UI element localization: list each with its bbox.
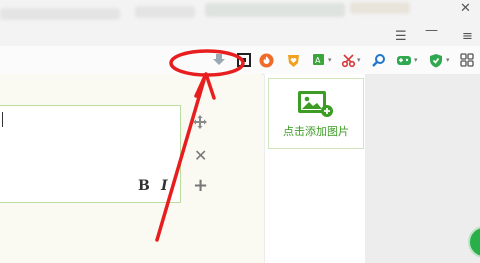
menu-button[interactable]: ☰ <box>395 30 407 44</box>
screenshot-frame-icon <box>237 53 251 67</box>
translate-button[interactable]: A <box>311 52 327 68</box>
blurred-tab <box>135 6 195 18</box>
bold-button[interactable]: B <box>138 178 150 194</box>
security-button[interactable] <box>428 52 444 68</box>
plus-icon: + <box>193 175 209 196</box>
chevron-down-icon[interactable]: ▾ <box>414 57 420 64</box>
apps-button[interactable] <box>459 52 475 68</box>
download-button[interactable] <box>211 52 227 68</box>
search-icon <box>371 53 385 67</box>
side-blank-area <box>365 74 480 263</box>
add-image-button[interactable]: 点击添加图片 <box>268 78 364 149</box>
minimize-icon: — <box>425 23 438 38</box>
fire-extension-icon <box>259 53 273 67</box>
chevron-down-icon[interactable]: ▾ <box>357 57 363 64</box>
move-icon <box>193 115 207 129</box>
screenshot-button[interactable] <box>236 52 252 68</box>
text-cursor <box>2 112 3 127</box>
move-button[interactable] <box>192 114 208 134</box>
scissors-button[interactable] <box>340 52 356 68</box>
close-icon: ✕ <box>460 1 471 16</box>
download-arrow-icon <box>213 54 225 65</box>
chevron-down-icon[interactable]: ▾ <box>446 57 452 64</box>
translate-icon: A <box>312 53 324 65</box>
minimize-button[interactable]: — <box>425 24 438 38</box>
grid-apps-icon <box>460 53 474 67</box>
browser-titlebar: ☰ — ✕ ≡ <box>0 0 480 46</box>
heart-badge-icon <box>287 54 299 67</box>
close-button[interactable]: ✕ <box>460 2 471 16</box>
delete-button[interactable]: ✕ <box>194 146 207 165</box>
chevron-down-icon[interactable]: ▾ <box>328 57 334 64</box>
blurred-tab <box>0 8 120 20</box>
gamepad-icon <box>397 56 411 65</box>
blurred-tab <box>205 3 345 17</box>
extension-fire-button[interactable] <box>258 52 274 68</box>
italic-button[interactable]: I <box>161 178 168 194</box>
game-button[interactable] <box>396 52 412 68</box>
blurred-tab <box>350 2 410 14</box>
text-editor-box[interactable] <box>0 105 181 203</box>
svg-text:A: A <box>315 56 321 65</box>
image-add-icon <box>298 91 333 117</box>
hamburger-menu-button[interactable]: ≡ <box>462 30 473 44</box>
search-button[interactable] <box>370 52 386 68</box>
add-button[interactable]: + <box>193 175 208 196</box>
extension-heart-button[interactable] <box>285 52 301 68</box>
scissors-icon <box>341 53 355 67</box>
hamburger-icon: ≡ <box>462 29 473 44</box>
shield-icon <box>430 53 442 67</box>
close-icon: ✕ <box>194 146 208 165</box>
hamburger-icon: ☰ <box>395 29 407 44</box>
add-image-label: 点击添加图片 <box>283 125 349 138</box>
